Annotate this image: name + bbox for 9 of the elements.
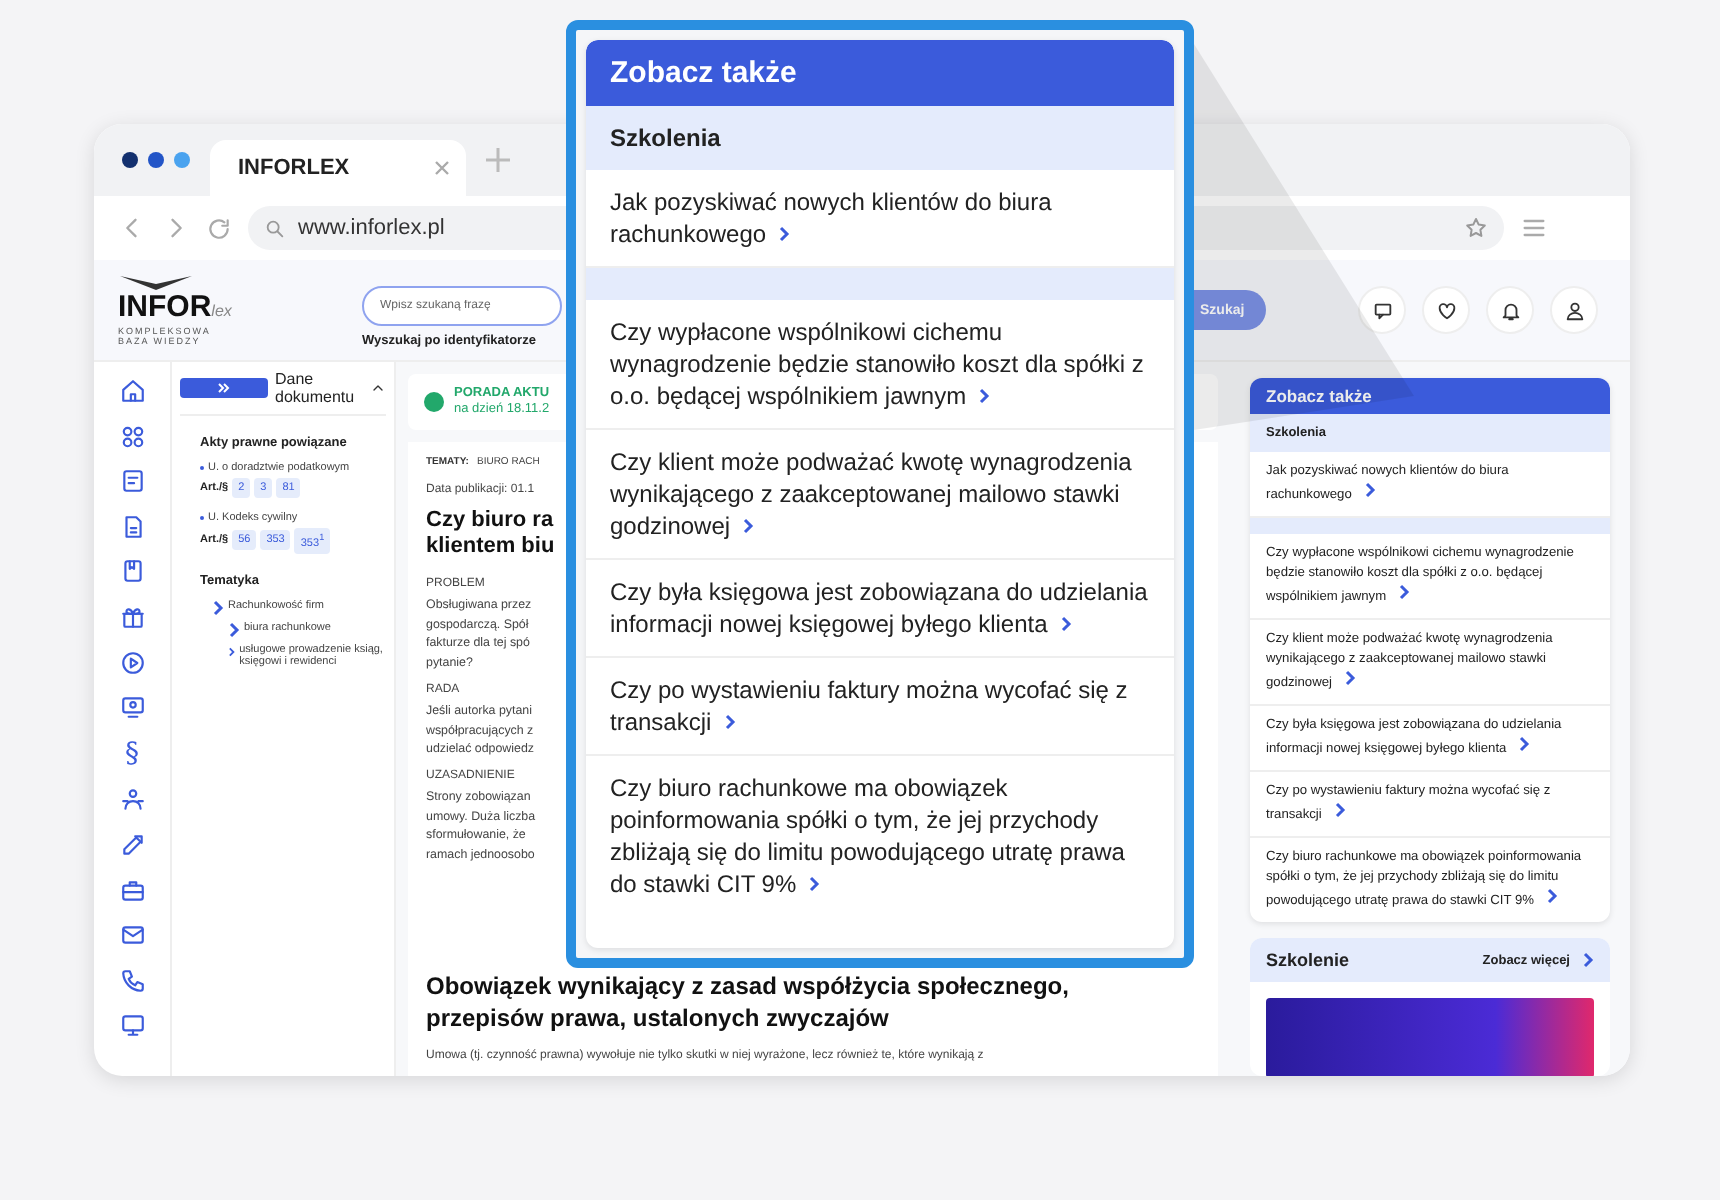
panel-title: Dane dokumentu	[275, 370, 357, 406]
document-title-line: klientem biu	[426, 534, 555, 560]
document-title-line: Czy biuro ra	[426, 508, 554, 534]
card-title: Zobacz także	[1250, 378, 1610, 414]
card-title: Szkolenie	[1266, 950, 1350, 970]
section-heading-line: Obowiązek wynikający z zasad współżycia społecznego,	[426, 969, 1069, 1002]
card-title: Zobacz także	[586, 40, 1174, 106]
section-heading-line: przepisów prawa, ustalonych zwyczajów	[426, 1001, 889, 1034]
section-heading: Szkolenia	[586, 106, 1174, 170]
